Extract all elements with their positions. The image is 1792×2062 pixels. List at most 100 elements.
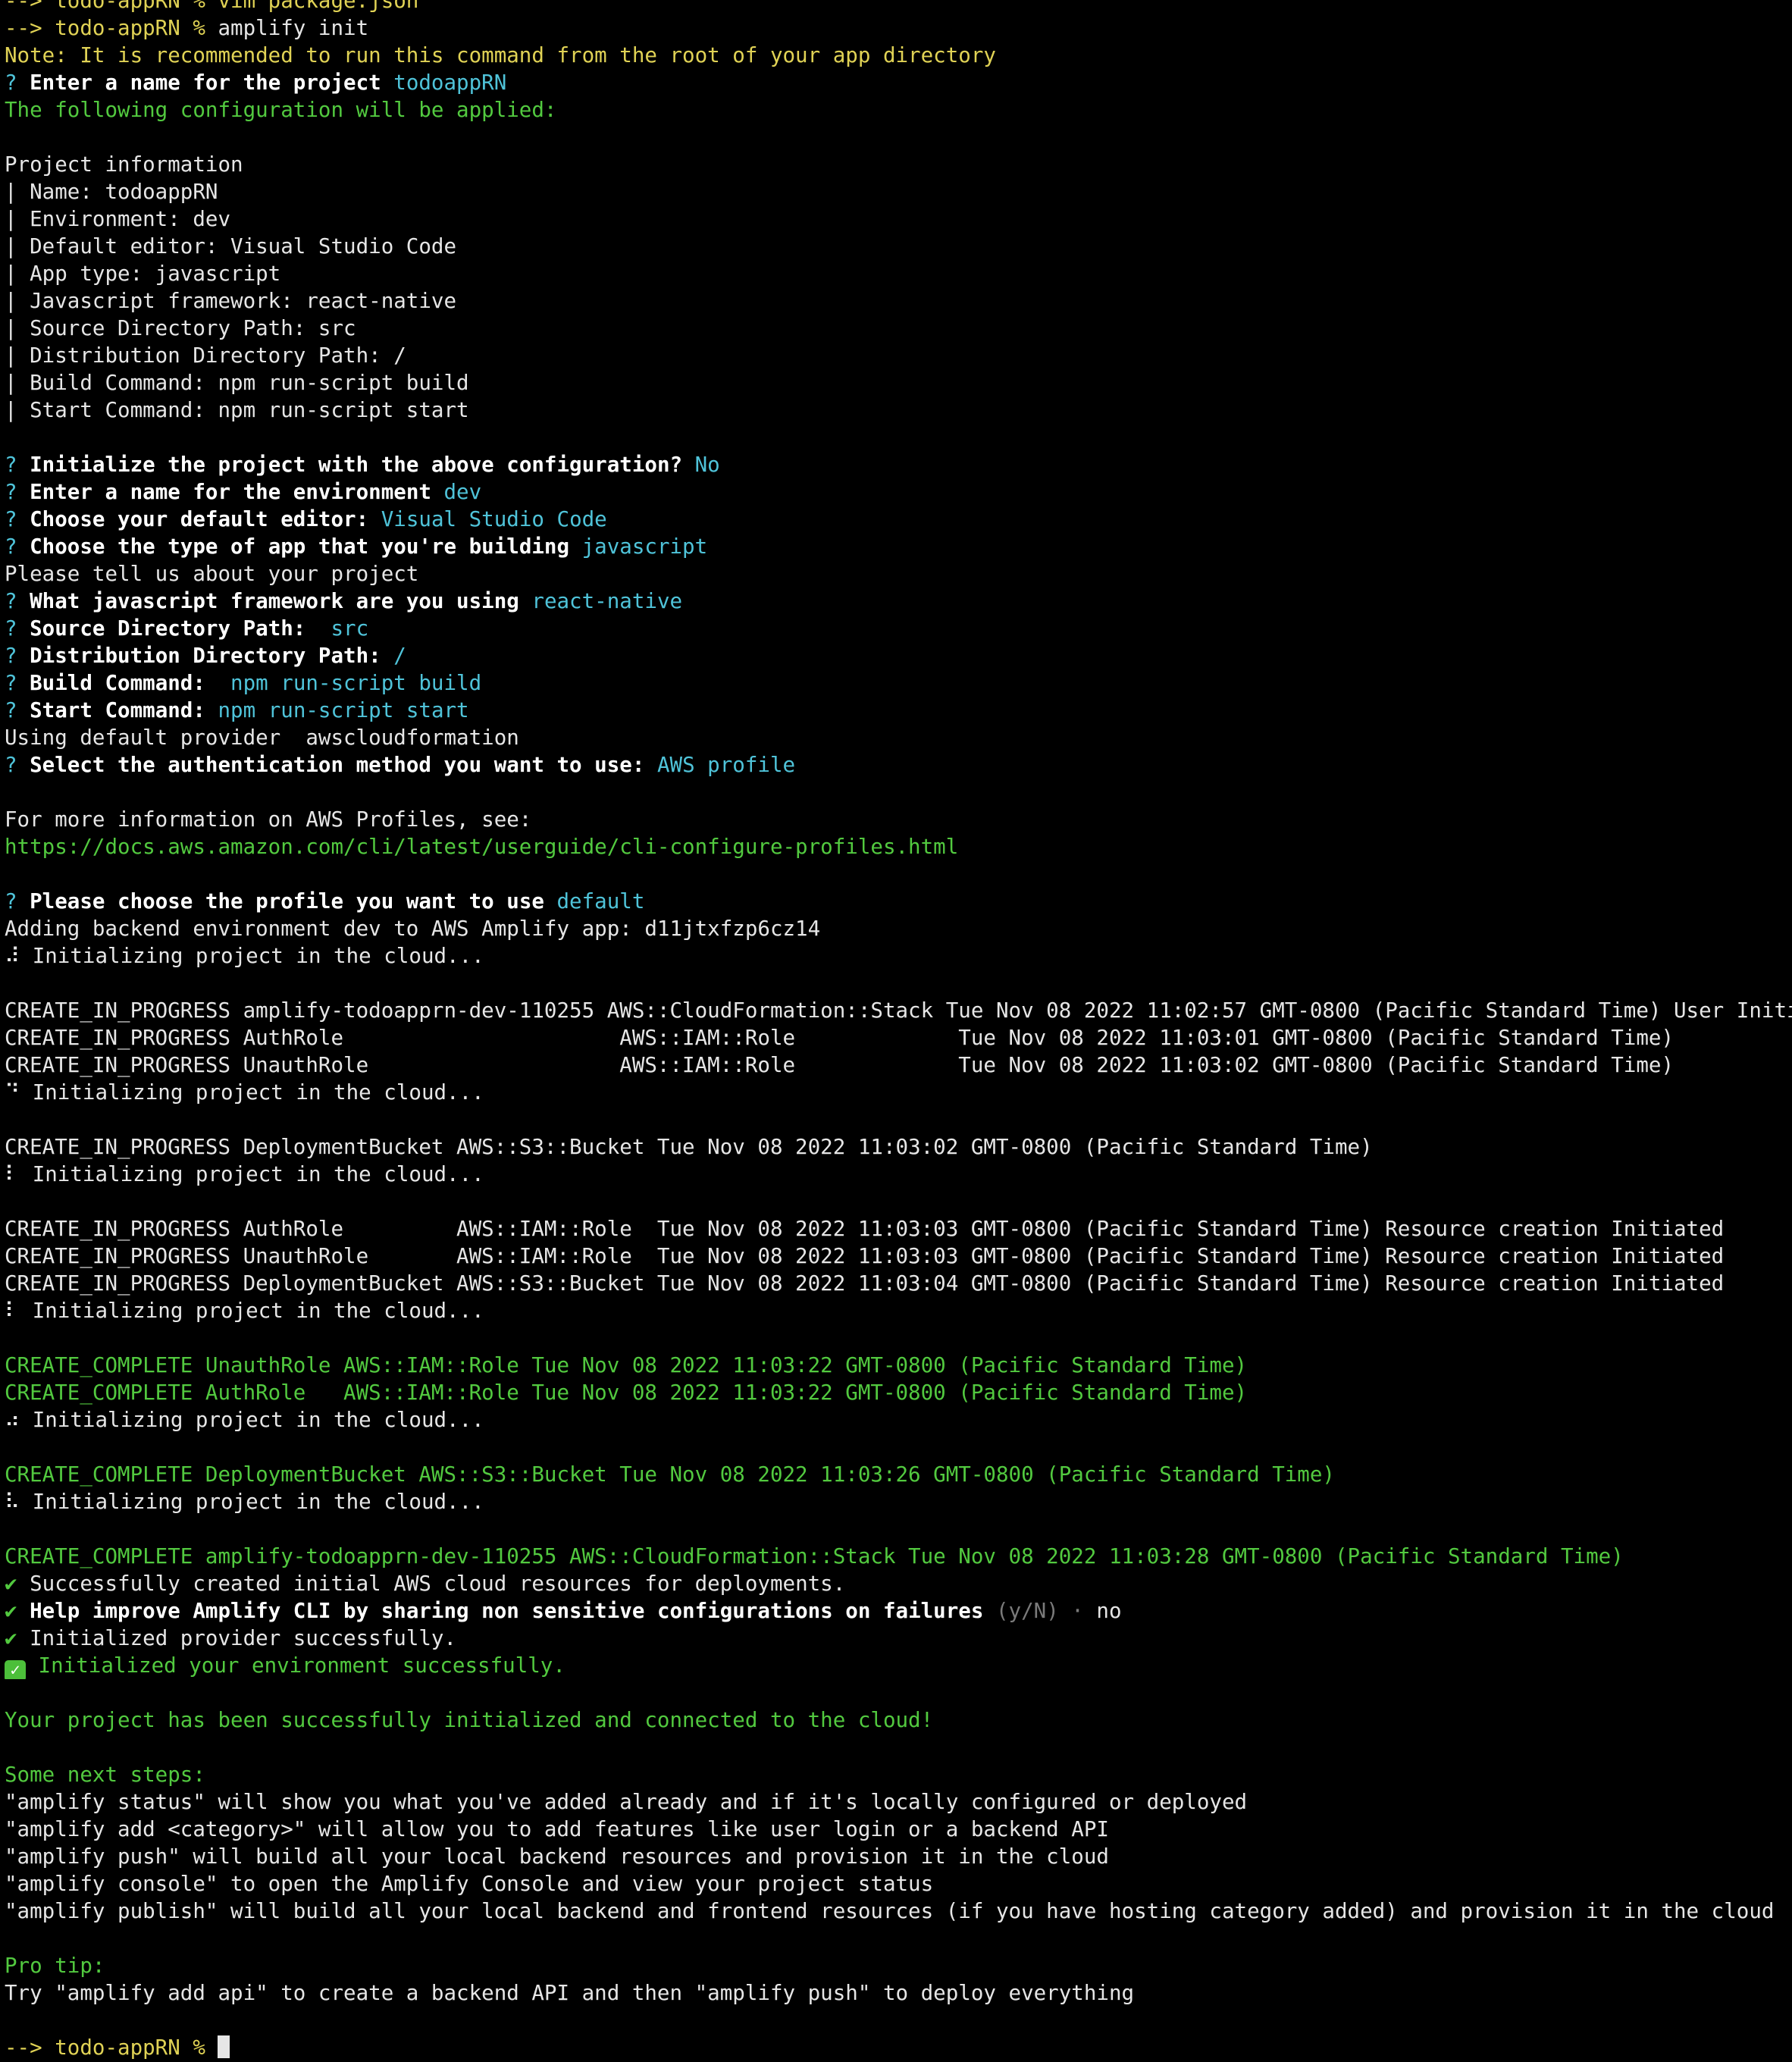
line-segment: CREATE_IN_PROGRESS AuthRole AWS::IAM::Ro… bbox=[5, 1217, 1725, 1241]
terminal-line: Your project has been successfully initi… bbox=[5, 1706, 1792, 1734]
terminal-line: ✔ Successfully created initial AWS cloud… bbox=[5, 1570, 1792, 1597]
terminal-line: Note: It is recommended to run this comm… bbox=[5, 42, 1792, 69]
terminal-line: ? Enter a name for the environment dev bbox=[5, 478, 1792, 506]
line-segment: dev bbox=[443, 480, 482, 504]
line-segment: Start Command: bbox=[30, 698, 218, 722]
line-segment: --> todo-appRN % bbox=[5, 16, 218, 40]
line-segment: | Start Command: npm run-script start bbox=[5, 398, 469, 422]
terminal-line: Project information bbox=[5, 151, 1792, 178]
line-segment: Source Directory Path: bbox=[30, 616, 331, 641]
terminal-line: CREATE_COMPLETE DeploymentBucket AWS::S3… bbox=[5, 1461, 1792, 1488]
line-segment: | Build Command: npm run-script build bbox=[5, 371, 469, 395]
line-segment: Project information bbox=[5, 152, 243, 177]
line-segment: Visual Studio Code bbox=[381, 507, 607, 531]
line-segment: Using default provider awscloudformation bbox=[5, 725, 519, 750]
terminal-line: | Start Command: npm run-script start bbox=[5, 396, 1792, 424]
terminal-line: ✔ Initialized provider successfully. bbox=[5, 1625, 1792, 1652]
line-segment: CREATE_IN_PROGRESS DeploymentBucket AWS:… bbox=[5, 1271, 1725, 1296]
terminal-line: The following configuration will be appl… bbox=[5, 96, 1792, 124]
line-segment: Initialize the project with the above co… bbox=[30, 453, 695, 477]
terminal-line: ⠙ Initializing project in the cloud... bbox=[5, 1079, 1792, 1106]
line-segment: npm run-script start bbox=[218, 698, 469, 722]
terminal-line: "amplify add <category>" will allow you … bbox=[5, 1816, 1792, 1843]
line-segment: Build Command: bbox=[30, 671, 231, 695]
line-segment: CREATE_IN_PROGRESS AuthRole AWS::IAM::Ro… bbox=[5, 1026, 1675, 1050]
line-segment: | Default editor: Visual Studio Code bbox=[5, 234, 457, 259]
line-segment: No bbox=[694, 453, 720, 477]
line-segment: ? bbox=[5, 671, 30, 695]
terminal-line: ⠇ Initializing project in the cloud... bbox=[5, 1161, 1792, 1188]
terminal-line: --> todo-appRN % vim package.json bbox=[5, 0, 1792, 14]
line-segment: "amplify push" will build all your local… bbox=[5, 1844, 1109, 1869]
line-segment: ✔ bbox=[5, 1626, 30, 1650]
terminal-line: ? Please choose the profile you want to … bbox=[5, 888, 1792, 915]
line-segment: Some next steps: bbox=[5, 1763, 205, 1787]
line-segment: ? bbox=[5, 889, 30, 913]
line-segment: no bbox=[1096, 1599, 1122, 1623]
line-segment: Adding backend environment dev to AWS Am… bbox=[5, 917, 821, 941]
terminal-line: ⠇ Initializing project in the cloud... bbox=[5, 1297, 1792, 1324]
line-segment: | Distribution Directory Path: / bbox=[5, 343, 406, 368]
line-segment: / bbox=[393, 644, 406, 668]
line-segment: | Environment: dev bbox=[5, 207, 231, 231]
terminal-line: For more information on AWS Profiles, se… bbox=[5, 806, 1792, 833]
line-segment: "amplify status" will show you what you'… bbox=[5, 1790, 1248, 1814]
line-segment: | Javascript framework: react-native bbox=[5, 289, 457, 313]
terminal-line: | Environment: dev bbox=[5, 205, 1792, 233]
terminal-line: Using default provider awscloudformation bbox=[5, 724, 1792, 751]
terminal-line: | Name: todoappRN bbox=[5, 178, 1792, 205]
line-segment: "amplify console" to open the Amplify Co… bbox=[5, 1872, 934, 1896]
terminal-line: ? Initialize the project with the above … bbox=[5, 451, 1792, 478]
line-segment: AWS profile bbox=[656, 753, 796, 777]
terminal-line: Try "amplify add api" to create a backen… bbox=[5, 1979, 1792, 2007]
terminal-line: CREATE_IN_PROGRESS DeploymentBucket AWS:… bbox=[5, 1133, 1792, 1161]
terminal-line: CREATE_IN_PROGRESS DeploymentBucket AWS:… bbox=[5, 1270, 1792, 1297]
line-segment: CREATE_COMPLETE DeploymentBucket AWS::S3… bbox=[5, 1462, 1335, 1487]
line-segment: "amplify add <category>" will allow you … bbox=[5, 1817, 1109, 1841]
text-cursor[interactable] bbox=[218, 2035, 230, 2058]
terminal-line: | Distribution Directory Path: / bbox=[5, 342, 1792, 369]
line-segment: Try "amplify add api" to create a backen… bbox=[5, 1981, 1135, 2005]
terminal-line: | Source Directory Path: src bbox=[5, 315, 1792, 342]
line-segment: | App type: javascript bbox=[5, 262, 281, 286]
line-segment: default bbox=[556, 889, 645, 913]
line-segment: ? bbox=[5, 753, 30, 777]
line-segment: ? bbox=[5, 453, 30, 477]
line-segment: Choose your default editor: bbox=[30, 507, 381, 531]
line-segment: For more information on AWS Profiles, se… bbox=[5, 807, 532, 832]
line-segment: ? bbox=[5, 644, 30, 668]
terminal-line: CREATE_IN_PROGRESS amplify-todoapprn-dev… bbox=[5, 997, 1792, 1024]
terminal-line: | Default editor: Visual Studio Code bbox=[5, 233, 1792, 260]
line-segment: CREATE_COMPLETE UnauthRole AWS::IAM::Rol… bbox=[5, 1353, 1248, 1377]
terminal-line: CREATE_IN_PROGRESS UnauthRole AWS::IAM::… bbox=[5, 1051, 1792, 1079]
terminal-line: "amplify publish" will build all your lo… bbox=[5, 1897, 1792, 1925]
terminal-line: ? What javascript framework are you usin… bbox=[5, 588, 1792, 615]
line-segment: CREATE_IN_PROGRESS amplify-todoapprn-dev… bbox=[5, 998, 1792, 1023]
line-segment: ? bbox=[5, 71, 30, 95]
terminal-line: CREATE_COMPLETE UnauthRole AWS::IAM::Rol… bbox=[5, 1352, 1792, 1379]
line-segment: amplify init bbox=[218, 16, 369, 40]
line-segment: ? bbox=[5, 480, 30, 504]
line-segment: ? bbox=[5, 534, 30, 559]
terminal-line: CREATE_IN_PROGRESS AuthRole AWS::IAM::Ro… bbox=[5, 1024, 1792, 1051]
line-segment: What javascript framework are you using bbox=[30, 589, 532, 613]
line-segment: ⠼ Initializing project in the cloud... bbox=[5, 944, 484, 968]
terminal-line: CREATE_COMPLETE AuthRole AWS::IAM::Role … bbox=[5, 1379, 1792, 1406]
line-segment: Enter a name for the project bbox=[30, 71, 394, 95]
line-segment: | Name: todoappRN bbox=[5, 180, 218, 204]
line-segment: ? bbox=[5, 507, 30, 531]
terminal-line: CREATE_IN_PROGRESS AuthRole AWS::IAM::Ro… bbox=[5, 1215, 1792, 1243]
terminal-window[interactable]: --> todo-appRN % vim package.json --> tod… bbox=[0, 0, 1792, 2060]
terminal-line: Adding backend environment dev to AWS Am… bbox=[5, 915, 1792, 942]
line-segment: ? bbox=[5, 589, 30, 613]
